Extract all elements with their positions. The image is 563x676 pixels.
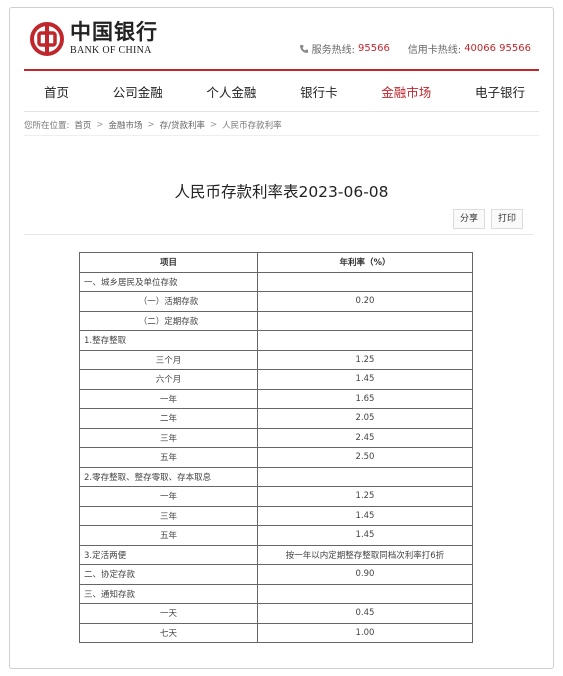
table-row: 三年 2.45: [79, 427, 473, 448]
row-item-cell: 五年: [79, 447, 258, 468]
chevron-right-icon: >: [147, 120, 155, 130]
row-item-cell: 一年: [79, 388, 258, 409]
row-rate-cell: 2.45: [257, 427, 473, 448]
breadcrumb-rates[interactable]: 存/贷款利率: [160, 119, 205, 131]
row-rate-cell: 1.45: [257, 525, 473, 546]
breadcrumb: 您所在位置: 首页 > 金融市场 > 存/贷款利率 > 人民币存款利率: [24, 119, 282, 131]
page-title: 人民币存款利率表2023-06-08: [174, 183, 389, 201]
table-row: （一）活期存款 0.20: [79, 291, 473, 312]
row-rate-cell: 1.45: [257, 369, 473, 390]
row-rate-cell: 1.65: [257, 388, 473, 409]
row-item-cell: 3.定活两便: [79, 544, 258, 565]
table-body: 一、城乡居民及单位存款 （一）活期存款 0.20 （二）定期存款 1.整存整取 三个月 1.…: [79, 271, 473, 643]
row-rate-cell: [257, 466, 473, 487]
row-item-cell: 1.整存整取: [79, 330, 258, 351]
row-item-cell: （一）活期存款: [79, 291, 258, 312]
row-rate-cell: 1.25: [257, 349, 473, 370]
breadcrumb-current: 人民币存款利率: [222, 121, 282, 131]
nav-personal-banking[interactable]: 个人金融: [206, 82, 256, 101]
share-button[interactable]: 分享: [452, 209, 485, 229]
header-divider: [24, 69, 539, 71]
row-rate-cell: 1.45: [257, 505, 473, 526]
row-rate-cell: [257, 330, 473, 351]
breadcrumb-prefix: 您所在位置:: [24, 121, 70, 131]
phone-icon: [299, 44, 308, 53]
row-rate-cell: 1.25: [257, 486, 473, 507]
chevron-right-icon: >: [210, 120, 218, 130]
table-row: 三年 1.45: [79, 505, 473, 526]
row-item-cell: 2.零存整取、整存零取、存本取息: [79, 466, 258, 487]
row-item-cell: 五年: [79, 525, 258, 546]
row-item-cell: 三个月: [79, 349, 258, 370]
bank-of-china-logo-icon: [30, 21, 64, 56]
table-row: 一天 0.45: [79, 603, 473, 624]
nav-financial-markets[interactable]: 金融市场: [381, 82, 431, 101]
breadcrumb-home[interactable]: 首页: [74, 119, 91, 131]
service-hotline-label: 服务热线:: [311, 45, 355, 56]
bank-logo[interactable]: 中国银行 BANK OF CHINA: [30, 21, 158, 56]
row-rate-cell: 0.45: [257, 603, 473, 624]
table-row: 一年 1.65: [79, 388, 473, 409]
row-item-cell: （二）定期存款: [79, 310, 258, 331]
row-item-cell: 二年: [79, 408, 258, 429]
row-rate-cell: [257, 583, 473, 604]
row-rate-cell: 1.00: [257, 622, 473, 643]
table-row: 五年 1.45: [79, 525, 473, 546]
service-hotline-number: 95566: [358, 43, 390, 54]
row-item-cell: 一年: [79, 486, 258, 507]
nav-home[interactable]: 首页: [44, 82, 69, 101]
column-header-rate: 年利率（%）: [257, 252, 473, 273]
row-rate-cell: 按一年以内定期整存整取同档次利率打6折: [257, 544, 473, 565]
table-row: 七天 1.00: [79, 622, 473, 643]
table-header-row: 项目 年利率（%）: [79, 252, 473, 273]
table-row: （二）定期存款: [79, 310, 473, 331]
card-hotline-number: 40066 95566: [464, 43, 531, 54]
content-divider: [24, 234, 533, 235]
row-rate-cell: 2.50: [257, 447, 473, 468]
breadcrumb-divider: [24, 135, 539, 136]
row-item-cell: 三年: [79, 427, 258, 448]
row-rate-cell: 2.05: [257, 408, 473, 429]
card-hotline-label: 信用卡热线:: [407, 45, 462, 56]
table-row: 1.整存整取: [79, 330, 473, 351]
row-item-cell: 一天: [79, 603, 258, 624]
row-item-cell: 七天: [79, 622, 258, 643]
main-nav: 首页 公司金融 个人金融 银行卡 金融市场 电子银行: [24, 72, 539, 112]
nav-bank-card[interactable]: 银行卡: [300, 82, 338, 101]
logo-chinese-name: 中国银行: [70, 19, 158, 44]
row-rate-cell: [257, 310, 473, 331]
page-tools: 分享 打印: [452, 209, 523, 229]
table-row: 2.零存整取、整存零取、存本取息: [79, 466, 473, 487]
row-item-cell: 三、通知存款: [79, 583, 258, 604]
row-item-cell: 二、协定存款: [79, 564, 258, 585]
row-item-cell: 一、城乡居民及单位存款: [79, 271, 258, 292]
table-row: 一、城乡居民及单位存款: [79, 271, 473, 292]
row-rate-cell: 0.90: [257, 564, 473, 585]
row-item-cell: 三年: [79, 505, 258, 526]
table-row: 二、协定存款 0.90: [79, 564, 473, 585]
hotline-info: 服务热线: 95566 信用卡热线: 40066 95566: [299, 41, 531, 56]
table-row: 3.定活两便 按一年以内定期整存整取同档次利率打6折: [79, 544, 473, 565]
table-row: 二年 2.05: [79, 408, 473, 429]
nav-corporate-banking[interactable]: 公司金融: [113, 82, 163, 101]
row-item-cell: 六个月: [79, 369, 258, 390]
table-row: 三、通知存款: [79, 583, 473, 604]
column-header-item: 项目: [79, 252, 258, 273]
chevron-right-icon: >: [96, 120, 104, 130]
table-row: 一年 1.25: [79, 486, 473, 507]
browser-frame: 中国银行 BANK OF CHINA 服务热线: 95566 信用卡热线: 40…: [9, 7, 554, 669]
site-header: 中国银行 BANK OF CHINA 服务热线: 95566 信用卡热线: 40…: [10, 8, 553, 70]
deposit-rate-table: 项目 年利率（%） 一、城乡居民及单位存款 （一）活期存款 0.20 （二）定期存款 1…: [79, 252, 473, 643]
table-row: 五年 2.50: [79, 447, 473, 468]
breadcrumb-financial-markets[interactable]: 金融市场: [109, 119, 143, 131]
row-rate-cell: [257, 271, 473, 292]
nav-e-banking[interactable]: 电子银行: [475, 82, 525, 101]
row-rate-cell: 0.20: [257, 291, 473, 312]
print-button[interactable]: 打印: [490, 209, 523, 229]
logo-english-name: BANK OF CHINA: [70, 45, 152, 56]
table-row: 六个月 1.45: [79, 369, 473, 390]
table-row: 三个月 1.25: [79, 349, 473, 370]
